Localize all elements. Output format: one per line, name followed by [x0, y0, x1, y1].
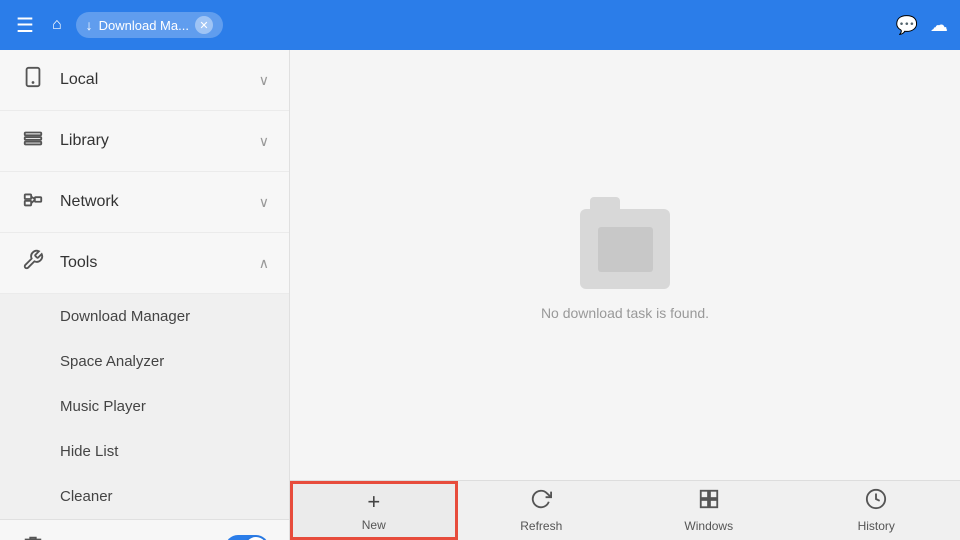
chat-icon[interactable]: 💬: [896, 15, 918, 36]
music-player-label: Music Player: [60, 398, 146, 415]
bottom-toolbar: + New Refresh: [290, 480, 960, 540]
sidebar: Local ∨ Library ∨: [0, 50, 290, 540]
network-chevron: ∨: [259, 194, 269, 211]
sidebar-item-tools[interactable]: Tools ∧: [0, 233, 289, 294]
refresh-label: Refresh: [520, 519, 562, 533]
home-icon[interactable]: ⌂: [48, 12, 66, 38]
hide-list-label: Hide List: [60, 443, 118, 460]
sidebar-item-network[interactable]: Network ∨: [0, 172, 289, 233]
local-label: Local: [60, 71, 245, 89]
content-area: No download task is found. + New Refresh: [290, 50, 960, 540]
sidebar-item-music-player[interactable]: Music Player: [0, 384, 289, 429]
windows-label: Windows: [684, 519, 733, 533]
recycle-bin-icon: [20, 534, 46, 540]
space-analyzer-label: Space Analyzer: [60, 353, 164, 370]
library-label: Library: [60, 132, 245, 150]
main-layout: Local ∨ Library ∨: [0, 50, 960, 540]
empty-message: No download task is found.: [541, 305, 709, 321]
new-icon: +: [367, 489, 380, 515]
tools-icon: [20, 249, 46, 277]
network-label: Network: [60, 193, 245, 211]
sidebar-item-space-analyzer[interactable]: Space Analyzer: [0, 339, 289, 384]
windows-icon: [698, 488, 720, 516]
recycle-bin-row: Recycle Bin: [0, 519, 289, 540]
tools-chevron: ∧: [259, 255, 269, 272]
folder-inner: [598, 227, 653, 272]
history-button[interactable]: History: [793, 481, 960, 540]
library-icon: [20, 127, 46, 155]
download-manager-label: Download Manager: [60, 308, 190, 325]
sidebar-item-library[interactable]: Library ∨: [0, 111, 289, 172]
history-label: History: [858, 519, 895, 533]
download-icon: ↓: [86, 17, 93, 33]
tab-label: Download Ma...: [99, 18, 189, 33]
cloud-icon[interactable]: ☁: [930, 15, 948, 36]
empty-folder-illustration: [580, 209, 670, 289]
sidebar-item-hide-list[interactable]: Hide List: [0, 429, 289, 474]
content-main: No download task is found.: [290, 50, 960, 480]
top-bar-actions: 💬 ☁: [896, 15, 948, 36]
sidebar-item-cleaner[interactable]: Cleaner: [0, 474, 289, 519]
tab-close-icon[interactable]: ✕: [195, 16, 213, 34]
active-tab[interactable]: ↓ Download Ma... ✕: [76, 12, 223, 38]
refresh-icon: [530, 488, 552, 516]
tools-label: Tools: [60, 254, 245, 272]
refresh-button[interactable]: Refresh: [458, 481, 626, 540]
cleaner-label: Cleaner: [60, 488, 113, 505]
recycle-bin-toggle[interactable]: [225, 535, 269, 540]
library-chevron: ∨: [259, 133, 269, 150]
sidebar-item-download-manager[interactable]: Download Manager: [0, 294, 289, 339]
history-icon: [865, 488, 887, 516]
sidebar-item-local[interactable]: Local ∨: [0, 50, 289, 111]
network-icon: [20, 188, 46, 216]
local-chevron: ∨: [259, 72, 269, 89]
local-icon: [20, 66, 46, 94]
new-label: New: [362, 518, 386, 532]
new-button[interactable]: + New: [290, 481, 458, 540]
top-bar: ☰ ⌂ ↓ Download Ma... ✕ 💬 ☁: [0, 0, 960, 50]
windows-button[interactable]: Windows: [625, 481, 793, 540]
menu-icon[interactable]: ☰: [12, 9, 38, 42]
